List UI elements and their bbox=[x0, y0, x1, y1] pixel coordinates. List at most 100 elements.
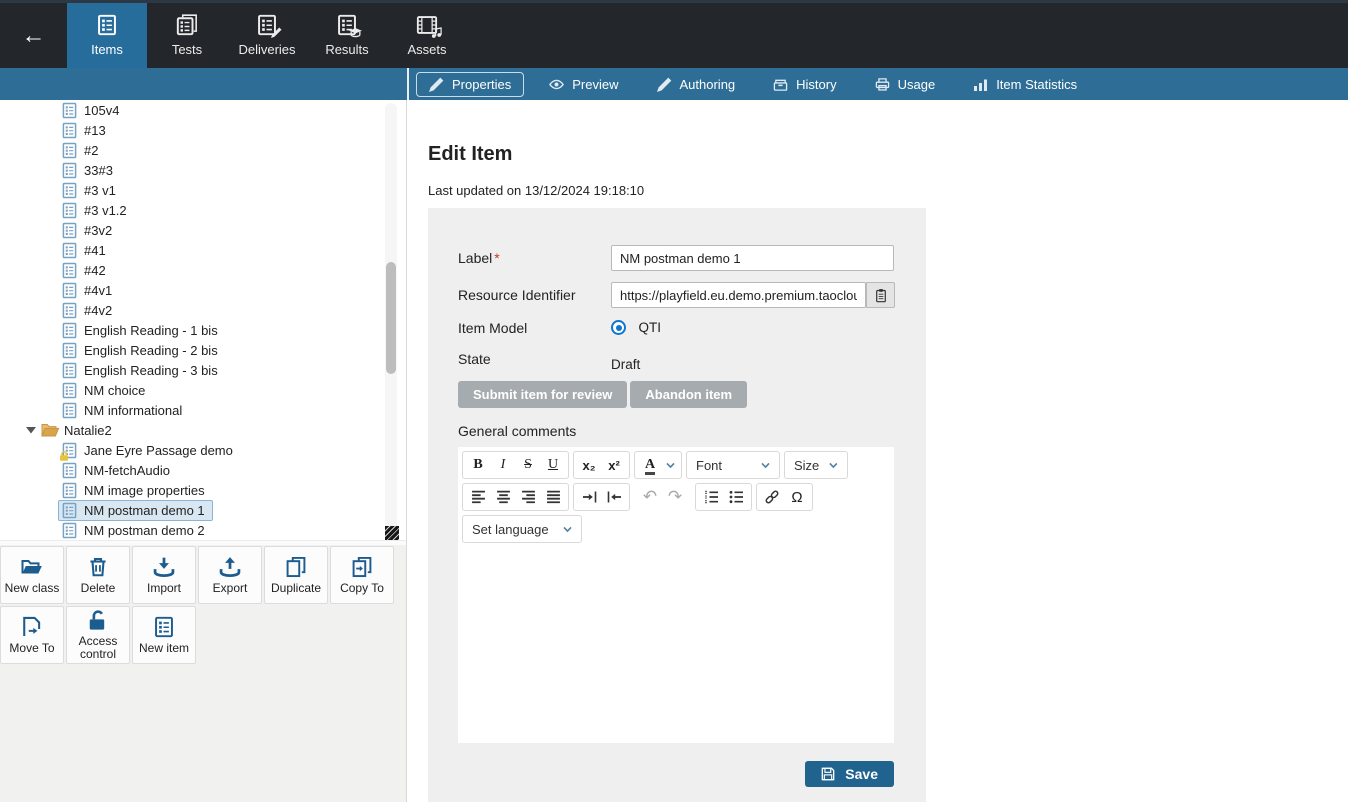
nav-tab-items[interactable]: Items bbox=[67, 3, 147, 68]
tree-item[interactable]: NM informational bbox=[0, 400, 406, 420]
tab-item-statistics[interactable]: Item Statistics bbox=[960, 72, 1090, 97]
unordered-list-button[interactable] bbox=[724, 486, 748, 508]
indent-button[interactable] bbox=[577, 486, 601, 508]
item-model-row: Item Model QTI bbox=[458, 319, 894, 337]
new-class-button[interactable]: New class bbox=[0, 546, 64, 604]
qti-radio-label: QTI bbox=[638, 320, 661, 335]
subscript-button[interactable]: x₂ bbox=[577, 454, 601, 476]
align-left-button[interactable] bbox=[466, 486, 490, 508]
item-icon bbox=[62, 522, 77, 539]
tree-item[interactable]: 105v4 bbox=[0, 100, 406, 120]
comments-editing-area[interactable] bbox=[458, 543, 894, 743]
tree-item[interactable]: English Reading - 1 bis bbox=[0, 320, 406, 340]
export-button[interactable]: Export bbox=[198, 546, 262, 604]
item-model-label: Item Model bbox=[458, 320, 611, 336]
tab-properties[interactable]: Properties bbox=[416, 72, 524, 97]
state-row: State Draft bbox=[458, 351, 894, 372]
special-character-button[interactable]: Ω bbox=[785, 486, 809, 508]
new-item-button[interactable]: New item bbox=[132, 606, 196, 664]
align-justify-button[interactable] bbox=[541, 486, 565, 508]
item-icon bbox=[62, 162, 77, 179]
item-icon bbox=[62, 262, 77, 279]
import-button[interactable]: Import bbox=[132, 546, 196, 604]
tree-scrollbar-thumb[interactable] bbox=[386, 262, 396, 374]
tree-item[interactable]: English Reading - 3 bis bbox=[0, 360, 406, 380]
tree-folder-natalie2[interactable]: Natalie2 bbox=[0, 420, 406, 440]
ordered-list-button[interactable] bbox=[699, 486, 723, 508]
item-library-sidebar: 105v4 #13 #2 33#3 #3 v1 #3 v1.2 #3v2 #41… bbox=[0, 100, 407, 802]
tree-item-selected[interactable]: NM postman demo 1 bbox=[0, 500, 406, 520]
delete-button[interactable]: Delete bbox=[66, 546, 130, 604]
state-actions: Submit item for review Abandon item bbox=[458, 381, 894, 408]
save-button[interactable]: Save bbox=[805, 761, 894, 787]
copy-to-button[interactable]: Copy To bbox=[330, 546, 394, 604]
tree-item[interactable]: #41 bbox=[0, 240, 406, 260]
tree-item[interactable]: #42 bbox=[0, 260, 406, 280]
qti-radio-button[interactable] bbox=[611, 320, 626, 335]
access-control-button[interactable]: Access control bbox=[66, 606, 130, 664]
general-comments-label: General comments bbox=[458, 423, 894, 439]
tree-resize-handle[interactable] bbox=[385, 526, 399, 540]
tree-item[interactable]: #4v1 bbox=[0, 280, 406, 300]
move-to-button[interactable]: Move To bbox=[0, 606, 64, 664]
submit-for-review-button[interactable]: Submit item for review bbox=[458, 381, 627, 408]
align-center-button[interactable] bbox=[491, 486, 515, 508]
bold-button[interactable]: B bbox=[466, 454, 490, 476]
nav-tab-label: Assets bbox=[407, 42, 446, 57]
strikethrough-button[interactable]: S bbox=[516, 454, 540, 476]
tree-item-locked[interactable]: Jane Eyre Passage demo bbox=[0, 440, 406, 460]
tree-item[interactable]: NM choice bbox=[0, 380, 406, 400]
italic-button[interactable]: I bbox=[491, 454, 515, 476]
tree-item[interactable]: NM postman demo 2 bbox=[0, 520, 406, 540]
duplicate-button[interactable]: Duplicate bbox=[264, 546, 328, 604]
tab-usage[interactable]: Usage bbox=[862, 72, 949, 97]
rich-text-editor: B I S U x₂ x² A Font bbox=[458, 447, 894, 743]
nav-tab-label: Results bbox=[325, 42, 368, 57]
nav-tab-assets[interactable]: Assets bbox=[387, 3, 467, 68]
abandon-item-button[interactable]: Abandon item bbox=[630, 381, 747, 408]
link-button[interactable] bbox=[760, 486, 784, 508]
tab-authoring[interactable]: Authoring bbox=[644, 72, 749, 97]
tree-item[interactable]: #3v2 bbox=[0, 220, 406, 240]
tree-item[interactable]: English Reading - 2 bis bbox=[0, 340, 406, 360]
pencil-icon bbox=[429, 77, 444, 92]
nav-tab-deliveries[interactable]: Deliveries bbox=[227, 3, 307, 68]
superscript-button[interactable]: x² bbox=[602, 454, 626, 476]
item-icon bbox=[62, 382, 77, 399]
set-language-dropdown[interactable]: Set language bbox=[466, 518, 578, 540]
locked-item-icon bbox=[62, 442, 77, 459]
chevron-down-icon[interactable] bbox=[666, 462, 675, 469]
align-right-button[interactable] bbox=[516, 486, 540, 508]
size-dropdown[interactable]: Size bbox=[788, 454, 844, 476]
nav-tab-tests[interactable]: Tests bbox=[147, 3, 227, 68]
underline-button[interactable]: U bbox=[541, 454, 565, 476]
tree-scrollbar[interactable] bbox=[385, 103, 397, 536]
lock-icon bbox=[59, 451, 69, 461]
tree-item[interactable]: #13 bbox=[0, 120, 406, 140]
tree-item[interactable]: #4v2 bbox=[0, 300, 406, 320]
tree-item[interactable]: #2 bbox=[0, 140, 406, 160]
outdent-button[interactable] bbox=[602, 486, 626, 508]
tree-item[interactable]: NM image properties bbox=[0, 480, 406, 500]
tab-history[interactable]: History bbox=[760, 72, 849, 97]
copy-identifier-button[interactable] bbox=[866, 282, 895, 308]
item-icon bbox=[62, 282, 77, 299]
tree-item[interactable]: #3 v1 bbox=[0, 180, 406, 200]
tree-item[interactable]: 33#3 bbox=[0, 160, 406, 180]
chevron-down-icon[interactable] bbox=[26, 425, 36, 435]
nav-tab-label: Items bbox=[91, 42, 123, 57]
redo-button[interactable]: ↷ bbox=[663, 486, 687, 508]
label-input[interactable] bbox=[611, 245, 894, 271]
text-color-button[interactable]: A bbox=[638, 454, 662, 476]
tree-item[interactable]: NM-fetchAudio bbox=[0, 460, 406, 480]
last-updated-text: Last updated on 13/12/2024 19:18:10 bbox=[428, 183, 1348, 198]
chevron-down-icon bbox=[761, 462, 770, 469]
tree-item[interactable]: #3 v1.2 bbox=[0, 200, 406, 220]
undo-button[interactable]: ↶ bbox=[638, 486, 662, 508]
tab-preview[interactable]: Preview bbox=[536, 72, 631, 97]
nav-tab-results[interactable]: Results bbox=[307, 3, 387, 68]
item-properties-form: Label* Resource Identifier Item Model QT… bbox=[428, 208, 926, 802]
font-dropdown[interactable]: Font bbox=[690, 454, 776, 476]
back-button[interactable]: ← bbox=[0, 3, 67, 68]
required-asterisk: * bbox=[494, 250, 499, 266]
